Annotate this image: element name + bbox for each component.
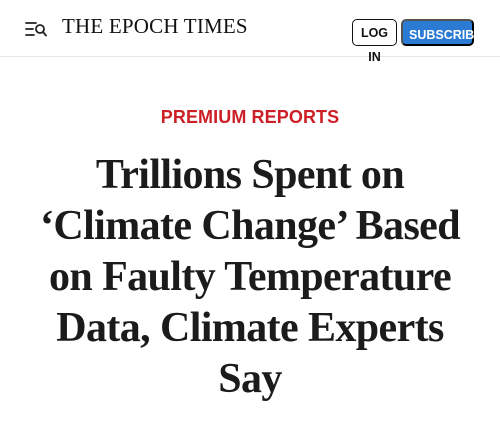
subscribe-button[interactable]: SUBSCRIBE bbox=[401, 19, 483, 46]
login-button[interactable]: LOG IN bbox=[352, 19, 397, 64]
article-headline: Trillions Spent on ‘Climate Change’ Base… bbox=[40, 152, 461, 402]
article-category[interactable]: PREMIUM REPORTS bbox=[0, 107, 500, 128]
menu-search-icon[interactable] bbox=[25, 21, 47, 37]
top-navigation-bar: THE EPOCH TIMES LOG IN SUBSCRIBE bbox=[0, 0, 500, 64]
site-logo[interactable]: THE EPOCH TIMES bbox=[62, 14, 248, 39]
